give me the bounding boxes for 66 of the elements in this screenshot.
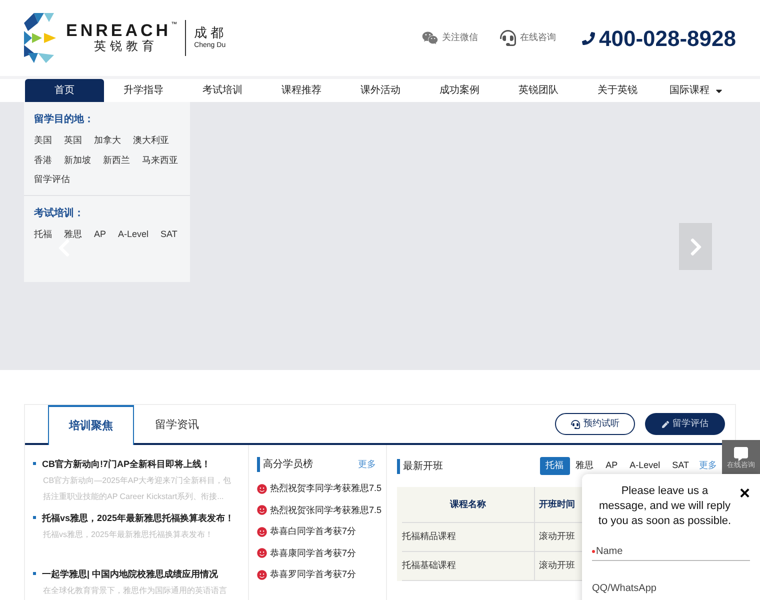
more-link[interactable]: 更多: [358, 458, 376, 472]
headset-icon: [500, 30, 516, 46]
column-header: 课程名称: [448, 498, 487, 511]
action-button[interactable]: 预约试听: [555, 413, 635, 435]
news-summary: 在全球化教育背景下，雅思作为国际通用的英语语言: [43, 585, 228, 597]
header-link[interactable]: 关注微信: [422, 30, 478, 46]
menu-group-title: 考试培训：: [34, 206, 85, 220]
filter-tab[interactable]: A-Level: [624, 457, 666, 475]
nav-tab[interactable]: 英锐团队: [499, 79, 578, 102]
nav-tab[interactable]: 关于英锐: [578, 79, 657, 102]
menu-link[interactable]: 新加坡: [64, 154, 91, 167]
nav-tab[interactable]: 首页: [25, 79, 104, 102]
nav-tab[interactable]: 课程推荐: [262, 79, 341, 102]
filter-tab[interactable]: 托福: [540, 457, 570, 475]
chat-icon: [733, 446, 749, 461]
news-title[interactable]: CB官方新动向!7门AP全新科目即将上线！: [42, 457, 211, 471]
menu-link[interactable]: 英国: [64, 134, 82, 148]
filter-tab[interactable]: SAT: [666, 457, 695, 475]
close-button[interactable]: ×: [739, 484, 750, 502]
section-tab[interactable]: 留学资讯: [134, 405, 220, 445]
menu-link[interactable]: 托福: [34, 228, 52, 241]
nav-tab[interactable]: 升学指导: [104, 79, 183, 102]
menu-link[interactable]: 留学评估: [34, 173, 70, 186]
menu-link[interactable]: 雅思: [64, 228, 82, 241]
menu-link[interactable]: 美国: [34, 134, 52, 148]
classes-title: 最新开班: [397, 458, 443, 474]
menu-link[interactable]: A-Level: [118, 228, 149, 241]
news-summary: CB官方新动向—2025年AP大考迎来7门全新科目，包括注重职业技能的AP Career Kickstart系列、衔接...: [43, 475, 232, 503]
header-link[interactable]: 在线咨询: [500, 30, 556, 46]
ranking-item[interactable]: 热烈祝贺李同学考获雅思7.5: [270, 482, 382, 496]
phone-icon: [582, 32, 595, 44]
menu-link[interactable]: AP: [94, 228, 106, 241]
headset-icon: [570, 420, 580, 428]
ranking-item[interactable]: 恭喜罗同学首考获7分: [270, 568, 356, 582]
menu-link[interactable]: 香港: [34, 154, 52, 167]
section-tab[interactable]: 培训聚焦: [48, 405, 134, 445]
menu-link[interactable]: 澳大利亚: [133, 134, 169, 148]
ranking-item[interactable]: 热烈祝贺张同学考获雅思7.5: [270, 504, 382, 517]
action-button[interactable]: 留学评估: [645, 413, 725, 435]
logo-wordmark: ENREACH: [66, 22, 172, 39]
menu-link[interactable]: SAT: [160, 228, 178, 241]
nav-tab[interactable]: 考试培训: [183, 79, 262, 102]
news-title[interactable]: 托福vs雅思，2025年最新雅思托福换算表发布！: [42, 511, 234, 525]
filter-tab[interactable]: 雅思: [570, 457, 600, 475]
city-name: 成 都: [194, 24, 225, 41]
ranking-item[interactable]: 恭喜白同学首考获7分: [270, 525, 356, 538]
menu-link[interactable]: 新西兰: [103, 154, 130, 167]
phone-number: 400-028-8928: [598, 24, 736, 52]
table-cell-text: 托福精品课程: [402, 530, 457, 544]
menu-group-title: 留学目的地：: [34, 112, 95, 127]
nav-tab[interactable]: 成功案例: [420, 79, 499, 102]
logo-chinese-name: 英锐教育: [94, 39, 159, 54]
nav-tab[interactable]: 课外活动: [341, 79, 420, 102]
table-cell-text: 托福基础课程: [402, 559, 457, 572]
nav-tab[interactable]: 国际课程: [657, 79, 736, 102]
menu-link[interactable]: 加拿大: [94, 134, 121, 148]
pencil-icon: [662, 420, 668, 428]
news-title[interactable]: 一起学雅思| 中国内地院校雅思成绩应用情况: [42, 567, 218, 581]
chat-input-field[interactable]: QQ/WhatsApp: [592, 580, 750, 596]
filter-tab[interactable]: AP: [600, 457, 624, 475]
more-link[interactable]: 更多: [699, 459, 717, 473]
menu-link[interactable]: 马来西亚: [142, 154, 178, 167]
wechat-icon: [422, 30, 438, 46]
ranking-title: 高分学员榜: [257, 457, 313, 472]
ranking-item[interactable]: 恭喜康同学首考获7分: [270, 546, 356, 560]
news-summary: 托福vs雅思，2025年最新雅思托福换算表发布！: [43, 529, 214, 541]
